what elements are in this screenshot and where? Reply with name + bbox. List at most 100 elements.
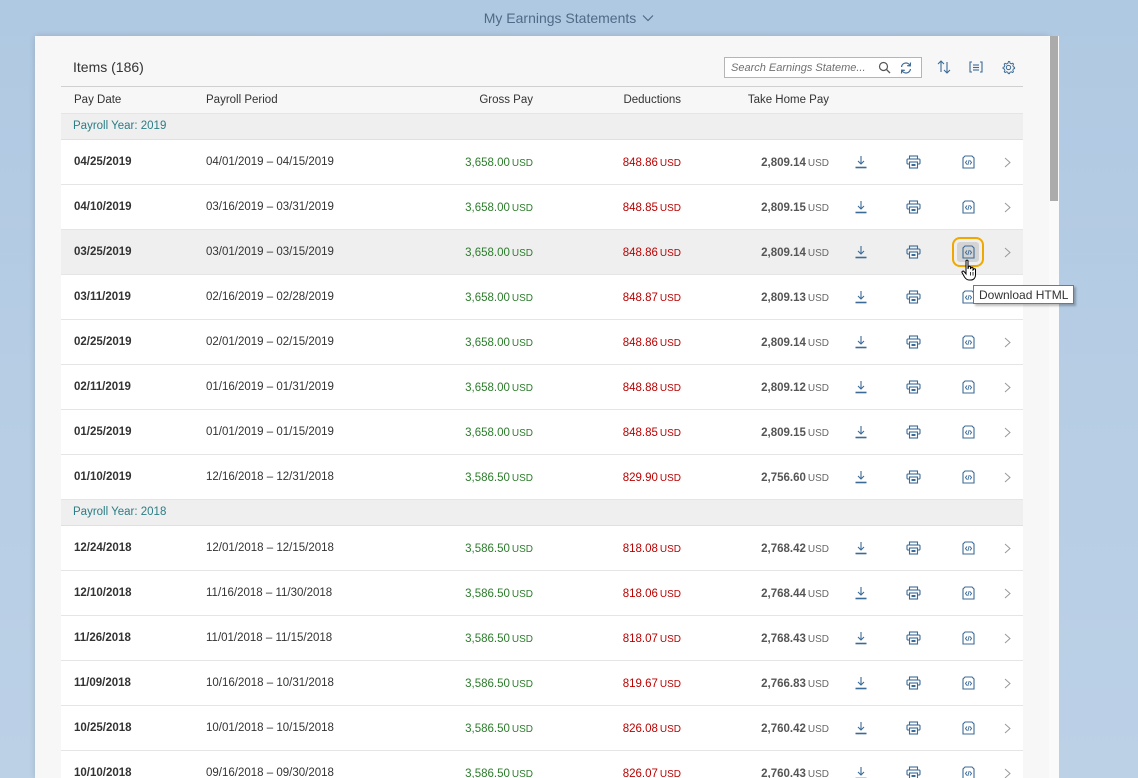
chevron-right-icon[interactable]: [1001, 379, 1013, 395]
download-icon[interactable]: [850, 628, 872, 648]
table-row[interactable]: 10/10/2018 09/16/2018 – 09/30/2018 3,586…: [61, 751, 1023, 778]
print-icon[interactable]: [902, 763, 924, 778]
currency-code: USD: [660, 769, 681, 778]
download-html-icon[interactable]: [957, 422, 979, 442]
column-header-payroll-period[interactable]: Payroll Period: [206, 94, 278, 106]
column-header-gross-pay[interactable]: Gross Pay: [479, 94, 533, 106]
download-html-icon[interactable]: [957, 538, 979, 558]
table-row[interactable]: 04/25/2019 04/01/2019 – 04/15/2019 3,658…: [61, 140, 1023, 185]
take-home-pay: 2,766.83USD: [761, 678, 829, 690]
chevron-right-icon[interactable]: [1001, 675, 1013, 691]
table-row[interactable]: 12/10/2018 11/16/2018 – 11/30/2018 3,586…: [61, 571, 1023, 616]
pay-date: 01/25/2019: [74, 426, 132, 438]
pay-date: 04/25/2019: [74, 156, 132, 168]
print-icon[interactable]: [902, 242, 924, 262]
chevron-right-icon[interactable]: [1001, 424, 1013, 440]
column-header-take-home-pay[interactable]: Take Home Pay: [748, 94, 829, 106]
table-row[interactable]: 12/24/2018 12/01/2018 – 12/15/2018 3,586…: [61, 526, 1023, 571]
download-html-icon[interactable]: [957, 763, 979, 778]
take-home-pay: 2,809.14USD: [761, 337, 829, 349]
gross-pay: 3,658.00USD: [465, 292, 533, 304]
table-row[interactable]: 02/25/2019 02/01/2019 – 02/15/2019 3,658…: [61, 320, 1023, 365]
table-row[interactable]: 03/11/2019 02/16/2019 – 02/28/2019 3,658…: [61, 275, 1023, 320]
chevron-down-icon: [642, 14, 654, 22]
chevron-right-icon[interactable]: [1001, 765, 1013, 778]
column-header-deductions[interactable]: Deductions: [623, 94, 681, 106]
search-field: [724, 57, 922, 78]
sort-icon[interactable]: [935, 58, 953, 76]
take-home-pay-value: 2,809.15: [761, 427, 806, 439]
print-icon[interactable]: [902, 197, 924, 217]
table-row[interactable]: 11/09/2018 10/16/2018 – 10/31/2018 3,586…: [61, 661, 1023, 706]
print-icon[interactable]: [902, 332, 924, 352]
download-icon[interactable]: [850, 332, 872, 352]
table-row[interactable]: 01/10/2019 12/16/2018 – 12/31/2018 3,586…: [61, 455, 1023, 500]
download-icon[interactable]: [850, 538, 872, 558]
chevron-right-icon[interactable]: [1001, 469, 1013, 485]
chevron-right-icon[interactable]: [1001, 334, 1013, 350]
download-icon[interactable]: [850, 377, 872, 397]
table-row[interactable]: 11/26/2018 11/01/2018 – 11/15/2018 3,586…: [61, 616, 1023, 661]
settings-gear-icon[interactable]: [999, 58, 1017, 76]
download-icon[interactable]: [850, 197, 872, 217]
print-icon[interactable]: [902, 377, 924, 397]
table-row[interactable]: 02/11/2019 01/16/2019 – 01/31/2019 3,658…: [61, 365, 1023, 410]
take-home-pay: 2,760.42USD: [761, 723, 829, 735]
print-icon[interactable]: [902, 673, 924, 693]
chevron-right-icon[interactable]: [1001, 720, 1013, 736]
chevron-right-icon[interactable]: [1001, 540, 1013, 556]
download-icon[interactable]: [850, 242, 872, 262]
print-icon[interactable]: [902, 538, 924, 558]
take-home-pay-value: 2,768.44: [761, 588, 806, 600]
currency-code: USD: [660, 679, 681, 690]
chevron-right-icon[interactable]: [1001, 244, 1013, 260]
download-icon[interactable]: [850, 422, 872, 442]
table-row[interactable]: 10/25/2018 10/01/2018 – 10/15/2018 3,586…: [61, 706, 1023, 751]
download-html-icon[interactable]: [957, 197, 979, 217]
chevron-right-icon[interactable]: [1001, 585, 1013, 601]
tooltip: Download HTML: [973, 285, 1074, 304]
download-icon[interactable]: [850, 287, 872, 307]
chevron-right-icon[interactable]: [1001, 154, 1013, 170]
download-html-icon[interactable]: [957, 583, 979, 603]
download-html-icon[interactable]: [957, 673, 979, 693]
search-icon[interactable]: [873, 58, 895, 77]
earnings-statements-page: Items (186) Pay Date Payrol: [35, 36, 1049, 778]
download-icon[interactable]: [850, 673, 872, 693]
download-html-icon[interactable]: [957, 377, 979, 397]
download-icon[interactable]: [850, 152, 872, 172]
download-html-icon[interactable]: [957, 332, 979, 352]
payroll-period: 12/01/2018 – 12/15/2018: [206, 542, 334, 554]
print-icon[interactable]: [902, 287, 924, 307]
refresh-icon[interactable]: [895, 58, 917, 77]
print-icon[interactable]: [902, 152, 924, 172]
pay-date: 10/25/2018: [74, 722, 132, 734]
download-html-icon[interactable]: [957, 628, 979, 648]
take-home-pay-value: 2,766.83: [761, 678, 806, 690]
deductions: 818.07USD: [623, 633, 681, 645]
payroll-period: 02/01/2019 – 02/15/2019: [206, 336, 334, 348]
group-icon[interactable]: [967, 58, 985, 76]
table-row[interactable]: 01/25/2019 01/01/2019 – 01/15/2019 3,658…: [61, 410, 1023, 455]
download-icon[interactable]: [850, 467, 872, 487]
search-input[interactable]: [725, 62, 873, 74]
vertical-scrollbar[interactable]: [1049, 36, 1059, 778]
chevron-right-icon[interactable]: [1001, 630, 1013, 646]
chevron-right-icon[interactable]: [1001, 199, 1013, 215]
download-icon[interactable]: [850, 763, 872, 778]
table-row[interactable]: 03/25/2019 03/01/2019 – 03/15/2019 3,658…: [61, 230, 1023, 275]
download-html-icon[interactable]: [957, 467, 979, 487]
table-row[interactable]: 04/10/2019 03/16/2019 – 03/31/2019 3,658…: [61, 185, 1023, 230]
print-icon[interactable]: [902, 422, 924, 442]
column-header-pay-date[interactable]: Pay Date: [74, 94, 121, 106]
print-icon[interactable]: [902, 583, 924, 603]
download-icon[interactable]: [850, 718, 872, 738]
download-html-icon[interactable]: [957, 152, 979, 172]
scrollbar-thumb[interactable]: [1050, 36, 1058, 201]
download-html-icon[interactable]: [957, 718, 979, 738]
print-icon[interactable]: [902, 628, 924, 648]
download-icon[interactable]: [850, 583, 872, 603]
app-title-menu[interactable]: My Earnings Statements: [484, 10, 655, 26]
print-icon[interactable]: [902, 467, 924, 487]
print-icon[interactable]: [902, 718, 924, 738]
